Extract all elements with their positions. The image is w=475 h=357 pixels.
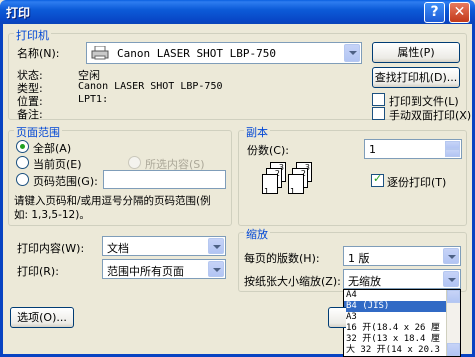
collate-pages-icon: 3 2 1 3 2 1 <box>248 162 328 212</box>
print-range-label: 打印(R): <box>17 265 59 278</box>
spinner-up-icon[interactable] <box>445 141 460 149</box>
list-item[interactable]: B4 (JIS) <box>344 301 460 312</box>
list-item[interactable]: 32 开(13 x 18.4 厘 <box>344 334 460 345</box>
chevron-down-icon[interactable] <box>208 238 224 254</box>
print-range-value: 范围中所有页面 <box>107 265 184 278</box>
page-range-hint-2: 如: 1,3,5-12)。 <box>14 209 90 221</box>
chevron-down-icon[interactable] <box>344 44 360 62</box>
range-current-label[interactable]: 当前页(E) <box>33 156 82 172</box>
copies-count-value: 1 <box>369 143 376 156</box>
manual-duplex-label[interactable]: 手动双面打印(X) <box>389 107 471 123</box>
comment-label: 备注: <box>17 108 43 121</box>
collate-label[interactable]: 逐份打印(T) <box>387 174 446 190</box>
properties-button[interactable]: 属性(P) <box>372 42 460 63</box>
close-button[interactable]: ✕ <box>449 2 470 23</box>
page-range-hint-1: 请键入页码和/或用逗号分隔的页码范围(例 <box>14 195 211 207</box>
help-button[interactable]: ? <box>424 2 445 23</box>
ok-button-partial[interactable] <box>328 307 346 328</box>
range-pages-radio[interactable] <box>16 173 29 186</box>
print-range-select[interactable]: 范围中所有页面 <box>102 259 226 279</box>
scale-dropdown-list[interactable]: A4 B4 (JIS) A3 16 开(18.4 x 26 厘 32 开(13 … <box>343 289 461 357</box>
print-what-value: 文档 <box>107 242 129 255</box>
pages-per-sheet-value: 1 版 <box>348 252 370 265</box>
scale-value: 无缩放 <box>348 275 381 288</box>
find-printer-button[interactable]: 查找打印机(D)... <box>372 67 460 88</box>
title-bar: 打印 ? ✕ <box>0 0 475 24</box>
range-all-radio[interactable] <box>16 140 29 153</box>
print-to-file-checkbox[interactable] <box>372 93 385 106</box>
options-button[interactable]: 选项(O)... <box>10 307 74 328</box>
type-value: Canon LASER SHOT LBP-750 <box>78 81 223 92</box>
dropdown-scrollbar[interactable] <box>446 290 460 356</box>
copies-count-label: 份数(C): <box>247 144 289 157</box>
range-pages-label[interactable]: 页码范围(G): <box>33 173 98 189</box>
list-item[interactable]: 16 开(18.4 x 26 厘 <box>344 323 460 334</box>
scale-select[interactable]: 无缩放 <box>343 269 461 289</box>
list-item[interactable]: 大 32 开(14 x 20.3 <box>344 345 460 356</box>
printer-name-label: 名称(N): <box>17 47 60 60</box>
scale-label: 按纸张大小缩放(Z): <box>244 275 341 288</box>
pages-per-sheet-select[interactable]: 1 版 <box>343 246 461 266</box>
printer-name-select[interactable]: Canon LASER SHOT LBP-750 <box>86 42 362 64</box>
copies-group-label: 副本 <box>244 124 270 140</box>
window-title: 打印 <box>6 6 31 20</box>
chevron-down-icon[interactable] <box>443 248 459 264</box>
print-what-label: 打印内容(W): <box>17 242 85 255</box>
printer-name-value: Canon LASER SHOT LBP-750 <box>117 47 276 60</box>
zoom-group-label: 缩放 <box>244 226 270 242</box>
list-item[interactable]: A3 <box>344 312 460 323</box>
printer-group-label: 打印机 <box>14 27 51 43</box>
range-all-label[interactable]: 全部(A) <box>33 140 71 156</box>
location-value: LPT1: <box>78 94 109 105</box>
pages-per-sheet-label: 每页的版数(H): <box>244 252 320 265</box>
page-range-input[interactable] <box>103 170 226 189</box>
scroll-down-icon[interactable] <box>447 343 460 356</box>
list-item[interactable]: A4 <box>344 290 460 301</box>
chevron-down-icon[interactable] <box>208 261 224 277</box>
chevron-down-icon[interactable] <box>443 271 459 287</box>
print-what-select[interactable]: 文档 <box>102 236 226 256</box>
copies-count-spinner[interactable]: 1 <box>364 139 462 159</box>
range-current-radio[interactable] <box>16 156 29 169</box>
range-selection-radio <box>128 156 141 169</box>
collate-checkbox[interactable] <box>371 172 384 187</box>
spinner-down-icon[interactable] <box>445 149 460 157</box>
printer-icon <box>91 45 109 60</box>
page-range-group-label: 页面范围 <box>14 124 62 140</box>
manual-duplex-checkbox[interactable] <box>372 107 385 120</box>
scroll-up-icon[interactable] <box>447 290 460 303</box>
